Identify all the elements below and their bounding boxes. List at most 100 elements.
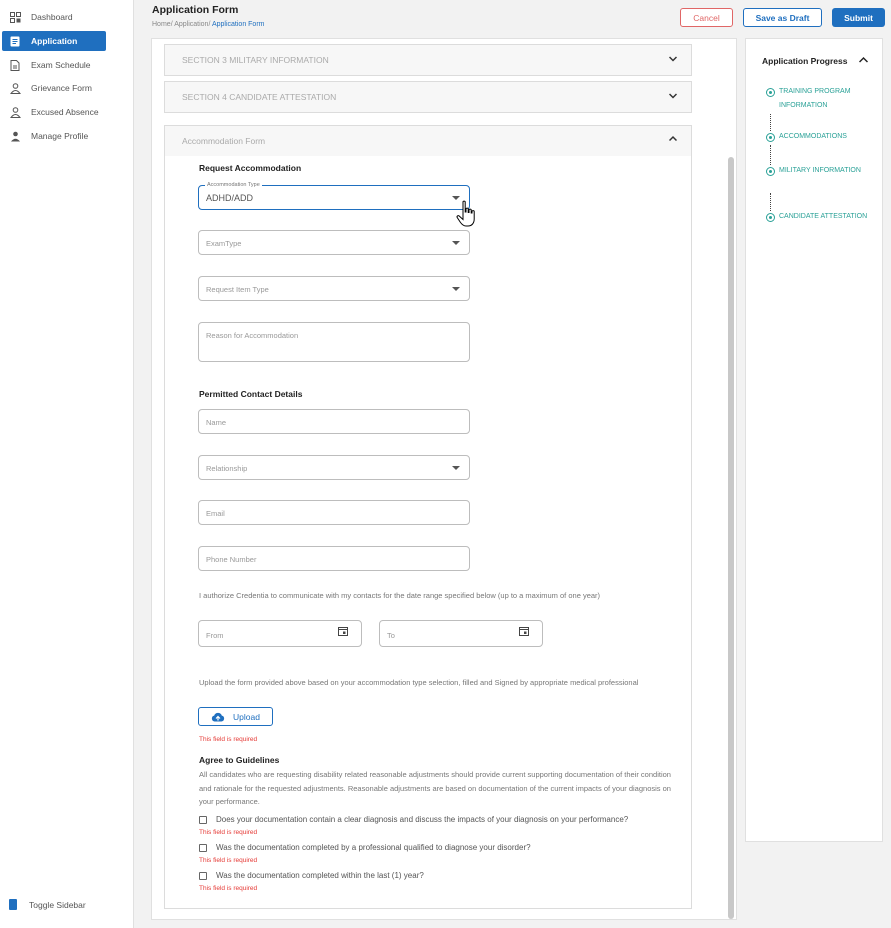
sidebar-item-excused-absence[interactable]: Excused Absence [2, 102, 106, 122]
progress-step-training[interactable]: TRAINING PROGRAM INFORMATION [779, 85, 869, 112]
name-input[interactable]: Name [198, 409, 470, 434]
cancel-button[interactable]: Cancel [680, 8, 733, 27]
check-label: Was the documentation completed within t… [216, 871, 424, 880]
guidelines-title: Agree to Guidelines [199, 755, 280, 765]
chevron-up-icon [669, 135, 677, 142]
progress-step-attestation[interactable]: CANDIDATE ATTESTATION [779, 210, 869, 224]
dashboard-icon [9, 11, 21, 23]
check-2-error-text: This field is required [199, 857, 258, 864]
checkbox[interactable] [199, 871, 207, 880]
document-icon [9, 35, 21, 47]
from-date-input[interactable]: From [198, 620, 362, 647]
step-status-icon [766, 88, 775, 97]
sidebar-item-label: Application [31, 36, 78, 46]
scrollbar[interactable] [728, 157, 734, 919]
sidebar-item-label: Exam Schedule [31, 60, 91, 70]
section-title: SECTION 3 MILITARY INFORMATION [182, 55, 329, 65]
breadcrumb: Home/ Application/ Application Form [152, 21, 265, 28]
upload-error-text: This field is required [199, 736, 258, 743]
section-military-header[interactable]: SECTION 3 MILITARY INFORMATION [164, 44, 692, 76]
hand-cursor-icon [456, 200, 475, 227]
chevron-down-icon [669, 56, 677, 62]
progress-step-accommodations[interactable]: ACCOMMODATIONS [779, 130, 869, 144]
phone-placeholder: Phone Number [206, 555, 257, 564]
email-input[interactable]: Email [198, 500, 470, 525]
user-icon [9, 130, 21, 142]
to-placeholder: To [387, 631, 395, 640]
relationship-placeholder: Relationship [206, 464, 248, 473]
sidebar-item-label: Dashboard [31, 12, 73, 22]
sidebar-item-application[interactable]: Application [2, 31, 106, 51]
authorize-text: I authorize Credentia to communicate wit… [199, 591, 601, 600]
step-connector [770, 193, 771, 211]
dropdown-caret-icon [452, 241, 460, 245]
sidebar-item-grievance-form[interactable]: Grievance Form [2, 78, 106, 98]
reason-placeholder: Reason for Accommodation [206, 331, 299, 340]
request-item-type-select[interactable]: Request Item Type [198, 276, 470, 301]
user-absence-icon [9, 106, 21, 118]
email-placeholder: Email [206, 509, 225, 518]
step-status-icon [766, 213, 775, 222]
calendar-icon[interactable] [519, 626, 529, 636]
step-status-icon [766, 133, 775, 142]
progress-step-military[interactable]: MILITARY INFORMATION [779, 164, 869, 178]
progress-title: Application Progress [762, 56, 848, 66]
accommodation-type-label: Accommodation Type [205, 182, 262, 188]
chevron-up-icon[interactable] [859, 56, 868, 64]
section-attestation-header[interactable]: SECTION 4 CANDIDATE ATTESTATION [164, 81, 692, 113]
reason-textarea[interactable]: Reason for Accommodation [198, 322, 470, 362]
checkbox[interactable] [199, 815, 207, 824]
request-item-placeholder: Request Item Type [206, 285, 269, 294]
section-title: SECTION 4 CANDIDATE ATTESTATION [182, 92, 337, 102]
breadcrumb-home[interactable]: Home [152, 21, 171, 28]
cloud-upload-icon [211, 712, 225, 721]
step-connector [770, 114, 771, 131]
accommodation-type-value: ADHD/ADD [206, 193, 254, 203]
step-status-icon [766, 167, 775, 176]
accommodation-type-select[interactable]: Accommodation Type ADHD/ADD [198, 182, 470, 210]
page-title: Application Form [152, 4, 239, 16]
sidebar-item-label: Excused Absence [31, 107, 99, 117]
progress-panel [745, 38, 883, 842]
toggle-sidebar-button[interactable]: Toggle Sidebar [9, 899, 86, 910]
guideline-check-3[interactable]: Was the documentation completed within t… [199, 871, 424, 880]
sidebar-item-label: Grievance Form [31, 83, 92, 93]
relationship-select[interactable]: Relationship [198, 455, 470, 480]
upload-label: Upload [233, 711, 260, 722]
checkbox[interactable] [199, 843, 207, 852]
breadcrumb-current: Application Form [211, 21, 265, 28]
exam-type-select[interactable]: ExamType [198, 230, 470, 255]
sidebar-item-manage-profile[interactable]: Manage Profile [2, 126, 106, 146]
exam-type-placeholder: ExamType [206, 239, 242, 248]
phone-input[interactable]: Phone Number [198, 546, 470, 571]
submit-button[interactable]: Submit [832, 8, 885, 27]
guideline-check-1[interactable]: Does your documentation contain a clear … [199, 815, 628, 824]
sidebar: Dashboard Application Exam Schedule Grie… [0, 0, 134, 928]
calendar-icon[interactable] [338, 626, 348, 636]
step-connector [770, 145, 771, 165]
save-draft-button[interactable]: Save as Draft [743, 8, 822, 27]
upload-button[interactable]: Upload [198, 707, 273, 726]
calendar-file-icon [9, 59, 21, 71]
breadcrumb-application[interactable]: Application [174, 21, 208, 28]
to-date-input[interactable]: To [379, 620, 543, 647]
sidebar-item-label: Manage Profile [31, 131, 89, 141]
upload-instructions: Upload the form provided above based on … [199, 678, 639, 687]
from-placeholder: From [206, 631, 224, 640]
sidebar-item-exam-schedule[interactable]: Exam Schedule [2, 55, 106, 75]
name-placeholder: Name [206, 418, 227, 427]
check-1-error-text: This field is required [199, 829, 258, 836]
toggle-sidebar-label: Toggle Sidebar [29, 899, 86, 910]
accommodation-header[interactable]: Accommodation Form [165, 126, 691, 156]
guidelines-text: All candidates who are requesting disabi… [199, 770, 671, 806]
sidebar-item-dashboard[interactable]: Dashboard [2, 7, 106, 27]
sidebar-toggle-icon [9, 899, 17, 910]
check-label: Does your documentation contain a clear … [216, 815, 629, 824]
chevron-down-icon [669, 93, 677, 99]
contact-details-title: Permitted Contact Details [199, 389, 303, 399]
request-accommodation-title: Request Accommodation [199, 163, 302, 173]
check-3-error-text: This field is required [199, 885, 258, 892]
guideline-check-2[interactable]: Was the documentation completed by a pro… [199, 843, 531, 852]
check-label: Was the documentation completed by a pro… [216, 843, 531, 852]
dropdown-caret-icon [452, 466, 460, 470]
